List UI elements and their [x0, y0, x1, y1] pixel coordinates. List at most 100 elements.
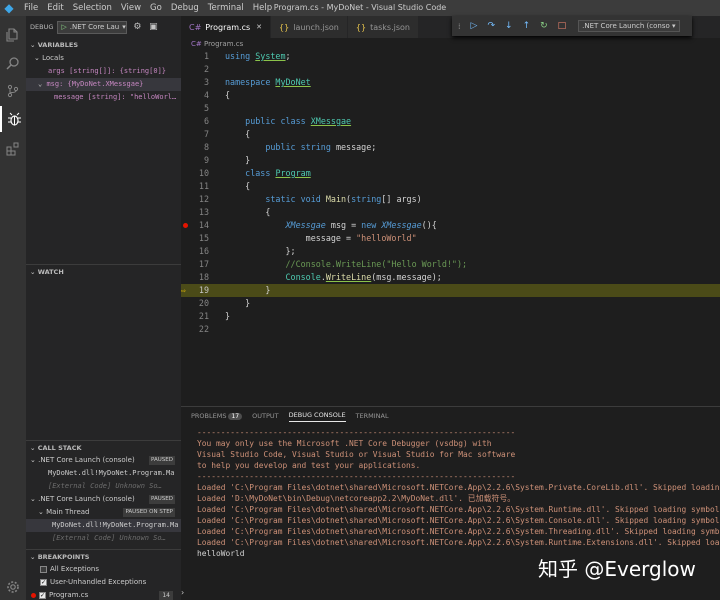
continue-icon[interactable]: ▷ — [471, 21, 478, 31]
line-number[interactable]: 13 — [181, 206, 209, 219]
code-line[interactable]: 3 namespace MyDoNet — [181, 76, 720, 89]
menu-file[interactable]: File — [24, 3, 38, 13]
line-number[interactable]: 5 — [181, 102, 209, 115]
call-stack-header[interactable]: ⌄ CALL STACK — [26, 440, 181, 454]
step-over-icon[interactable]: ↷ — [487, 21, 495, 31]
code-line[interactable]: 9 } — [181, 154, 720, 167]
variable-message[interactable]: message [string]: "helloWorl… — [26, 91, 181, 104]
code-line[interactable]: 5 — [181, 102, 720, 115]
drag-handle-icon[interactable]: ⁞ — [458, 22, 461, 31]
close-icon[interactable]: ✕ — [256, 23, 262, 31]
menu-go[interactable]: Go — [150, 3, 162, 13]
line-number[interactable]: 18 — [181, 271, 209, 284]
code-line[interactable]: 18 Console.WriteLine(msg.message); — [181, 271, 720, 284]
menu-help[interactable]: Help — [253, 3, 272, 13]
code-line[interactable]: 17 //Console.WriteLine("Hello World!"); — [181, 258, 720, 271]
checkbox-checked[interactable]: ✓ — [40, 579, 47, 586]
step-out-icon[interactable]: ↑ — [523, 21, 531, 31]
thread-main[interactable]: ⌄ Main Thread PAUSED ON STEP — [26, 506, 181, 519]
menu-debug[interactable]: Debug — [171, 3, 199, 13]
code-line[interactable]: 8 public string message; — [181, 141, 720, 154]
menu-terminal[interactable]: Terminal — [208, 3, 244, 13]
code-line[interactable]: 10 class Program — [181, 167, 720, 180]
code-line[interactable]: 2 — [181, 63, 720, 76]
line-number[interactable]: 17 — [181, 258, 209, 271]
breakpoint-program-cs[interactable]: ✓ Program.cs 14 — [26, 589, 181, 600]
panel-tab-output[interactable]: OUTPUT — [252, 412, 279, 420]
restart-icon[interactable]: ↻ — [540, 21, 548, 31]
tab-tasks-json[interactable]: {} tasks.json — [347, 16, 419, 38]
line-number[interactable]: 2 — [181, 63, 209, 76]
breakpoint-user-unhandled[interactable]: ✓ User-Unhandled Exceptions — [26, 576, 181, 589]
code-line[interactable]: 21} — [181, 310, 720, 323]
debug-icon[interactable] — [0, 106, 26, 132]
line-number[interactable]: 21 — [181, 310, 209, 323]
line-number[interactable]: 11 — [181, 180, 209, 193]
panel-tab-debug-console[interactable]: DEBUG CONSOLE — [288, 411, 346, 422]
source-control-icon[interactable] — [0, 78, 26, 104]
line-number[interactable]: 6 — [181, 115, 209, 128]
locals-scope[interactable]: ⌄ Locals — [26, 52, 181, 65]
debug-console-icon[interactable]: ▣ — [147, 21, 159, 34]
code-line[interactable]: 22 — [181, 323, 720, 336]
code-line[interactable]: 7 { — [181, 128, 720, 141]
code-line[interactable]: 19 ⇨ } — [181, 284, 720, 297]
line-number[interactable]: 12 — [181, 193, 209, 206]
breakpoints-header[interactable]: ⌄ BREAKPOINTS — [26, 549, 181, 563]
line-number[interactable]: 4 — [181, 89, 209, 102]
line-number[interactable]: 20 — [181, 297, 209, 310]
line-number[interactable]: 10 — [181, 167, 209, 180]
line-number[interactable]: 8 — [181, 141, 209, 154]
line-number[interactable]: 16 — [181, 245, 209, 258]
menu-selection[interactable]: Selection — [73, 3, 112, 13]
line-number[interactable]: 3 — [181, 76, 209, 89]
debug-settings-gear-icon[interactable]: ⚙ — [131, 21, 143, 34]
code-line[interactable]: 1 using System; — [181, 50, 720, 63]
start-debug-icon[interactable]: ▷ — [61, 23, 66, 31]
menu-edit[interactable]: Edit — [47, 3, 63, 13]
code-line[interactable]: 4{ — [181, 89, 720, 102]
watch-header[interactable]: ⌄ WATCH — [26, 264, 181, 278]
settings-gear-icon[interactable] — [0, 574, 26, 600]
tab-launch-json[interactable]: {} launch.json — [271, 16, 348, 38]
variables-header[interactable]: ⌄ VARIABLES — [26, 38, 181, 52]
breakpoint-all-exceptions[interactable]: All Exceptions — [26, 563, 181, 576]
stack-frame-selected[interactable]: MyDoNet.dll!MyDoNet.Program.Ma — [26, 519, 181, 532]
code-line[interactable]: 6 public class XMessgae — [181, 115, 720, 128]
stack-frame-external[interactable]: [External Code] Unknown So… — [26, 480, 181, 493]
variable-args[interactable]: args [string[]]: {string[0]} — [26, 65, 181, 78]
code-line[interactable]: 16 }; — [181, 245, 720, 258]
variable-msg[interactable]: ⌄ msg: {MyDoNet.XMessgae} — [26, 78, 181, 91]
panel-tab-terminal[interactable]: TERMINAL — [356, 412, 389, 420]
stack-frame[interactable]: MyDoNet.dll!MyDoNet.Program.Ma — [26, 467, 181, 480]
panel-tab-problems[interactable]: PROBLEMS 17 — [191, 412, 243, 420]
code-line[interactable]: 12 static void Main(string[] args) — [181, 193, 720, 206]
line-number[interactable]: 1 — [181, 50, 209, 63]
line-number[interactable]: 22 — [181, 323, 209, 336]
line-number[interactable]: 7 — [181, 128, 209, 141]
line-number[interactable]: 9 — [181, 154, 209, 167]
code-line[interactable]: 15 message = "helloWorld" — [181, 232, 720, 245]
debug-toolbar-config-select[interactable]: .NET Core Launch (conso ▾ — [578, 20, 680, 32]
code-line[interactable]: 20 } — [181, 297, 720, 310]
extensions-icon[interactable] — [0, 136, 26, 162]
checkbox[interactable] — [40, 566, 47, 573]
explorer-icon[interactable] — [0, 22, 26, 48]
code-line[interactable]: 14 XMessgae msg = new XMessgae(){ — [181, 219, 720, 232]
code-line[interactable]: 13 { — [181, 206, 720, 219]
line-number[interactable]: 15 — [181, 232, 209, 245]
step-into-icon[interactable]: ↓ — [505, 21, 513, 31]
code-line[interactable]: 11 { — [181, 180, 720, 193]
call-stack-session[interactable]: ⌄ .NET Core Launch (console) PAUSED — [26, 454, 181, 467]
search-icon[interactable] — [0, 50, 26, 76]
call-stack-session[interactable]: ⌄ .NET Core Launch (console) PAUSED — [26, 493, 181, 506]
stack-frame-external[interactable]: [External Code] Unknown So… — [26, 532, 181, 545]
stop-icon[interactable]: □ — [558, 21, 567, 31]
tab-program-cs[interactable]: C# Program.cs ✕ — [181, 16, 272, 38]
code-editor[interactable]: 1 using System; 2 3 namespace MyDoNet 4{5 6 p… — [181, 50, 720, 420]
console-input-prompt[interactable]: › — [181, 588, 184, 597]
breakpoint-icon[interactable] — [183, 223, 188, 228]
menu-view[interactable]: View — [121, 3, 141, 13]
checkbox-checked[interactable]: ✓ — [39, 592, 46, 599]
breadcrumb[interactable]: C# Program.cs — [181, 38, 720, 50]
